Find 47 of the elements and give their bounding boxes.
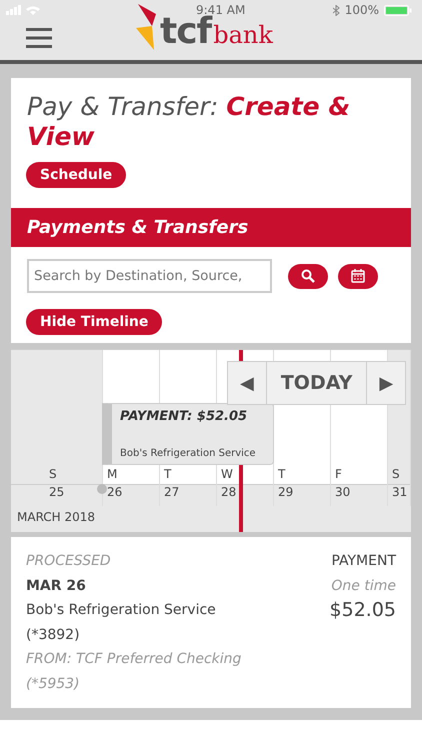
event-title: PAYMENT: $52.05 [120, 409, 248, 424]
day-letter: T [277, 467, 286, 483]
payee-name: Bob's Refrigeration Service [26, 601, 217, 620]
source-account: FROM: TCF Preferred Checking [26, 650, 242, 669]
logo-icon [136, 4, 158, 50]
frequency-label: One time [331, 576, 396, 596]
logo-text: tcf [160, 14, 212, 50]
search-icon [301, 269, 315, 283]
day-letter: F [334, 467, 343, 483]
day-letter: S [391, 467, 401, 483]
today-button[interactable]: TODAY [266, 362, 368, 404]
signal-icon [6, 5, 42, 15]
transaction-type: PAYMENT [331, 552, 396, 571]
day-date: 27 [163, 485, 180, 499]
event-card[interactable]: PAYMENT: $52.05 Bob's Refrigeration Service [102, 403, 274, 465]
calendar-icon [351, 269, 365, 283]
hide-timeline-button[interactable]: Hide Timeline [26, 309, 162, 335]
day-letter: W [220, 467, 234, 483]
source-account-number: (*5953) [26, 674, 81, 694]
logo-subtext: bank [213, 20, 273, 50]
bluetooth-icon [332, 4, 340, 16]
day-date: 26 [106, 485, 124, 499]
battery-percent: 100% [344, 3, 379, 17]
transaction-card[interactable]: PROCESSED MAR 26 Bob's Refrigeration Service (*3892) FROM: TCF Preferred Checking (*5953) PAYMENT One time $52.05 [11, 537, 411, 708]
status-time: 9:41 AM [196, 3, 246, 17]
day-letter: S [48, 467, 58, 483]
search-button[interactable] [288, 264, 328, 288]
day-date: 25 [48, 485, 66, 499]
day-date: 30 [334, 485, 352, 499]
event-payee: Bob's Refrigeration Service [120, 448, 256, 459]
month-label: MARCH 2018 [16, 509, 96, 526]
schedule-button[interactable]: Schedule [26, 162, 126, 188]
amount: $52.05 [330, 598, 396, 622]
transaction-date: MAR 26 [26, 576, 87, 596]
search-field[interactable]: Search by Destination, Source, [27, 259, 272, 293]
day-letter: M [106, 467, 118, 483]
day-date: 28 [220, 485, 238, 499]
menu-icon[interactable] [26, 28, 52, 48]
payee-account: (*3892) [26, 626, 81, 644]
battery-icon [384, 4, 414, 16]
day-date: 31 [391, 485, 408, 499]
section-header: Payments & Transfers [11, 208, 411, 247]
page-title: Pay & Transfer: Create & View [26, 92, 352, 152]
day-date: 29 [277, 485, 294, 499]
day-letter: T [163, 467, 172, 483]
calendar-button[interactable] [338, 264, 378, 288]
status-label: PROCESSED [26, 552, 112, 571]
